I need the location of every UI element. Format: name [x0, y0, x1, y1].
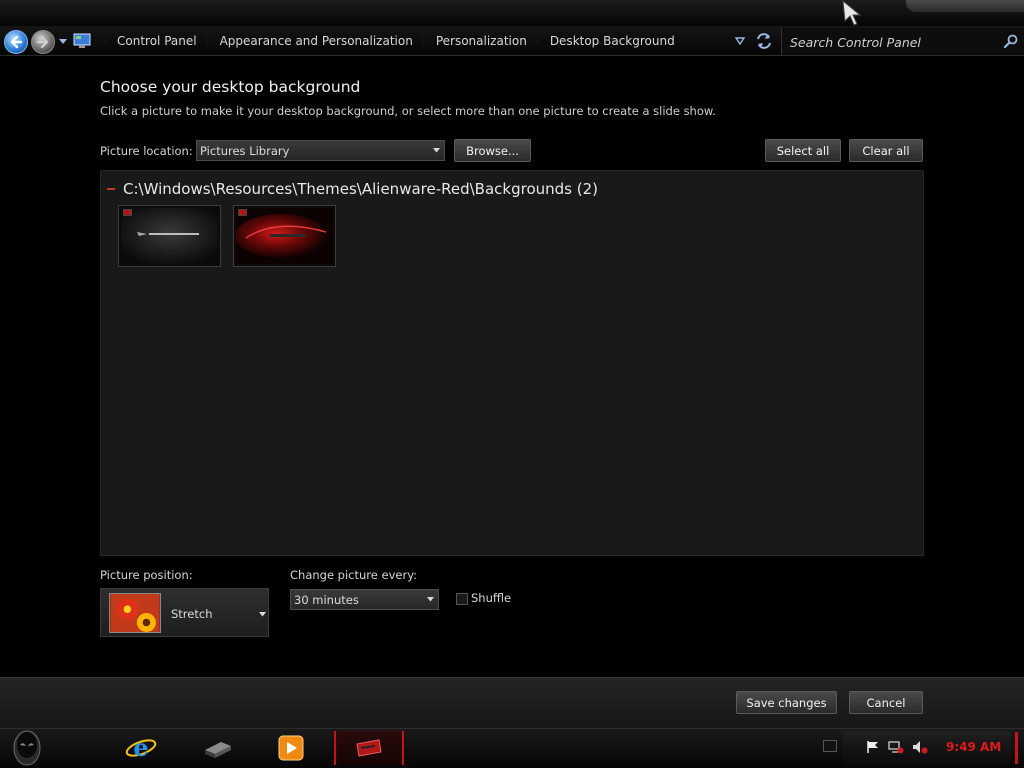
chevron-right-icon[interactable]	[417, 26, 432, 56]
change-picture-label: Change picture every:	[290, 568, 418, 582]
breadcrumb-label[interactable]: Personalization	[432, 34, 531, 48]
browse-button[interactable]: Browse...	[454, 139, 531, 162]
file-explorer-icon	[205, 742, 231, 758]
window-caption-buttons[interactable]	[906, 0, 1024, 12]
taskbar-personalization-active[interactable]	[334, 731, 404, 765]
chevron-right-icon[interactable]	[531, 26, 546, 56]
cancel-button[interactable]: Cancel	[849, 691, 923, 714]
alienware-dark-wallpaper-image	[121, 208, 218, 264]
breadcrumb: Control Panel Appearance and Personaliza…	[98, 26, 679, 56]
breadcrumb-item-control-panel[interactable]: Control Panel	[98, 26, 201, 56]
taskbar-media-player[interactable]	[266, 731, 316, 765]
alienware-red-wallpaper-image	[236, 208, 333, 264]
tray-overflow-icon[interactable]	[823, 740, 837, 752]
arrow-left-icon	[10, 35, 23, 49]
personalization-window-icon	[356, 739, 382, 757]
picture-location-dropdown[interactable]: Pictures Library	[196, 140, 445, 161]
svg-text:e: e	[133, 733, 148, 762]
breadcrumb-item-personalization[interactable]: Personalization	[417, 26, 531, 56]
chevron-right-icon[interactable]	[201, 26, 216, 56]
window-title-bar	[0, 0, 1024, 26]
picture-position-dropdown[interactable]: Stretch	[100, 588, 269, 637]
picture-location-label: Picture location:	[100, 144, 193, 158]
wallpaper-thumbnail[interactable]	[118, 205, 221, 267]
clock[interactable]: 9:49 AM	[946, 740, 1001, 754]
search-box[interactable]	[781, 28, 1024, 55]
address-history-dropdown-icon[interactable]	[735, 37, 745, 45]
chevron-right-icon[interactable]	[98, 26, 113, 56]
chevron-down-icon	[427, 597, 434, 602]
wallpaper-thumbnail[interactable]	[233, 205, 336, 267]
show-desktop-button[interactable]	[1015, 732, 1018, 764]
refresh-icon[interactable]	[754, 32, 774, 50]
selected-checkbox[interactable]	[123, 209, 132, 216]
arrow-right-icon	[36, 35, 49, 49]
media-player-icon	[278, 735, 304, 761]
folder-path-label: C:\Windows\Resources\Themes\Alienware-Re…	[123, 180, 598, 198]
breadcrumb-label[interactable]: Appearance and Personalization	[216, 34, 417, 48]
mouse-cursor-icon	[842, 0, 862, 26]
flower-preview-icon	[109, 593, 161, 633]
breadcrumb-item-desktop-background[interactable]: Desktop Background	[531, 26, 679, 56]
clear-all-button[interactable]: Clear all	[849, 139, 923, 162]
picture-list-panel[interactable]: C:\Windows\Resources\Themes\Alienware-Re…	[100, 170, 924, 556]
taskbar-explorer[interactable]	[192, 731, 242, 765]
search-input[interactable]	[790, 33, 995, 51]
breadcrumb-label[interactable]: Desktop Background	[546, 34, 679, 48]
collapse-icon[interactable]	[107, 188, 115, 190]
save-changes-button[interactable]: Save changes	[736, 691, 837, 714]
picture-position-label: Picture position:	[100, 568, 193, 582]
picture-location-value: Pictures Library	[200, 144, 290, 158]
taskbar-internet-explorer[interactable]: e	[116, 731, 166, 765]
picture-position-value: Stretch	[171, 607, 213, 621]
breadcrumb-label[interactable]: Control Panel	[113, 34, 201, 48]
start-button-alien-icon[interactable]	[11, 729, 43, 767]
page-title: Choose your desktop background	[100, 78, 361, 96]
select-all-button[interactable]: Select all	[765, 139, 841, 162]
forward-button[interactable]	[31, 30, 55, 54]
back-button[interactable]	[4, 30, 28, 54]
chevron-down-icon	[433, 148, 440, 153]
control-panel-icon[interactable]	[73, 33, 91, 49]
folder-group-header[interactable]: C:\Windows\Resources\Themes\Alienware-Re…	[107, 180, 598, 198]
selected-checkbox[interactable]	[238, 209, 247, 216]
speaker-muted-icon[interactable]	[912, 740, 928, 754]
recent-pages-dropdown-icon[interactable]	[59, 39, 67, 45]
shuffle-checkbox[interactable]	[456, 593, 468, 605]
breadcrumb-item-appearance[interactable]: Appearance and Personalization	[201, 26, 417, 56]
search-icon[interactable]	[1004, 34, 1018, 48]
action-center-flag-icon[interactable]	[865, 740, 881, 754]
change-picture-value: 30 minutes	[294, 593, 359, 607]
internet-explorer-icon: e	[125, 733, 157, 762]
change-picture-dropdown[interactable]: 30 minutes	[290, 589, 439, 610]
network-disconnected-icon[interactable]	[888, 740, 904, 754]
chevron-down-icon	[259, 612, 266, 617]
page-subtitle: Click a picture to make it your desktop …	[100, 104, 716, 118]
shuffle-label[interactable]: Shuffle	[471, 591, 511, 605]
